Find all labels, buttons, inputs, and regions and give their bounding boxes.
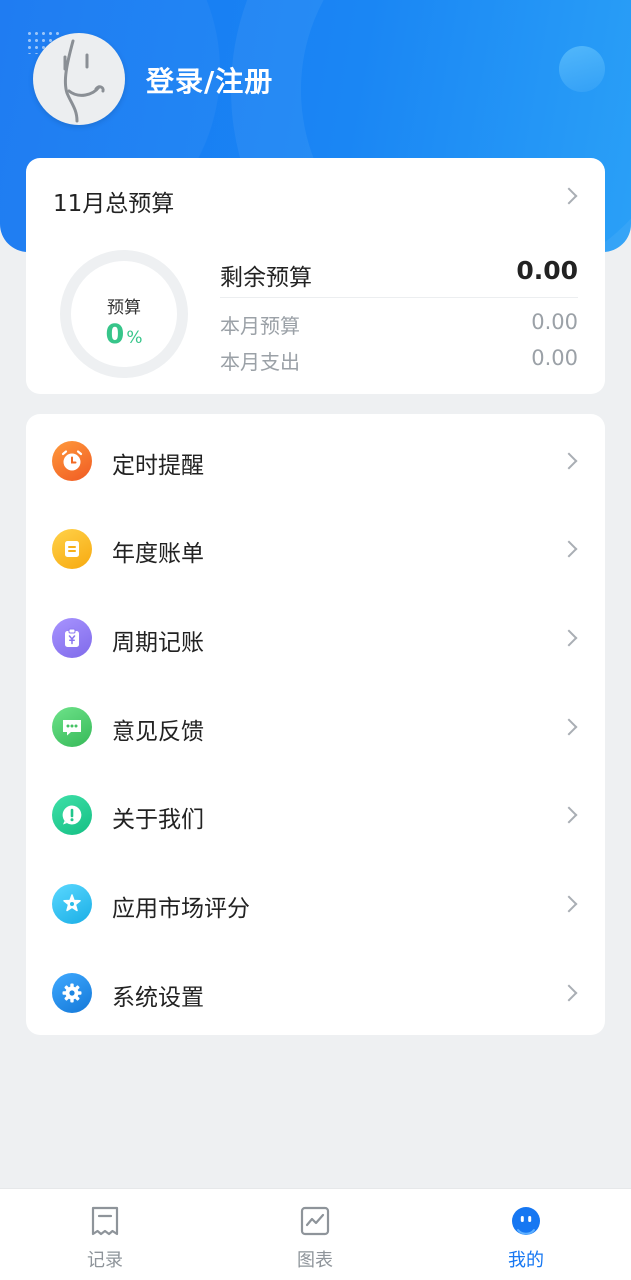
tab-label: 记录 <box>87 1250 123 1271</box>
budget-ring: 预算 0% <box>60 250 188 378</box>
menu-item-label: 定时提醒 <box>112 453 204 479</box>
chevron-right-icon <box>560 984 578 1002</box>
login-register-link[interactable]: 登录/注册 <box>146 60 273 100</box>
menu-item-rate-app[interactable]: 应用市场评分 <box>26 860 605 948</box>
chevron-right-icon[interactable] <box>560 187 578 205</box>
bottom-tab-bar: 记录 图表 我的 <box>0 1188 631 1280</box>
menu-item-system-settings[interactable]: 系统设置 <box>26 949 605 1037</box>
chart-icon <box>300 1206 330 1236</box>
chevron-right-icon <box>560 452 578 470</box>
tab-label: 我的 <box>508 1250 544 1271</box>
menu-item-annual-bill[interactable]: 年度账单 <box>26 505 605 593</box>
chevron-right-icon <box>560 629 578 647</box>
alarm-clock-icon <box>52 441 92 481</box>
month-expense-value: 0.00 <box>531 346 578 370</box>
menu-item-label: 意见反馈 <box>112 719 204 745</box>
budget-title: 11月总预算 <box>53 191 175 217</box>
chat-bubble-icon <box>52 707 92 747</box>
remaining-budget-value: 0.00 <box>516 256 578 285</box>
remaining-budget-label: 剩余预算 <box>220 265 312 291</box>
month-budget-value: 0.00 <box>531 310 578 334</box>
menu-list: 定时提醒 年度账单 周期记账 意见反馈 关于我们 应用市场评分 系统设置 <box>26 414 605 1035</box>
menu-item-feedback[interactable]: 意见反馈 <box>26 683 605 771</box>
menu-item-label: 周期记账 <box>112 630 204 656</box>
gear-icon <box>52 973 92 1013</box>
chevron-right-icon <box>560 806 578 824</box>
smiley-face-icon <box>512 1207 540 1235</box>
month-expense-label: 本月支出 <box>220 350 300 374</box>
menu-item-label: 关于我们 <box>112 807 204 833</box>
avatar[interactable] <box>33 33 125 125</box>
month-budget-label: 本月预算 <box>220 314 300 338</box>
budget-card[interactable]: 11月总预算 预算 0% 剩余预算 0.00 本月预算 0.00 本月支出 0.… <box>26 158 605 394</box>
default-avatar-icon <box>63 39 105 123</box>
tab-mine[interactable]: 我的 <box>466 1189 586 1280</box>
profile-page: 登录/注册 11月总预算 预算 0% 剩余预算 0.00 本月预算 0.00 本… <box>0 0 631 1280</box>
bill-icon <box>52 529 92 569</box>
header-bubble-decoration <box>559 46 605 92</box>
menu-item-about-us[interactable]: 关于我们 <box>26 771 605 859</box>
menu-item-label: 年度账单 <box>112 541 204 567</box>
star-icon <box>52 884 92 924</box>
divider <box>220 297 578 298</box>
chevron-right-icon <box>560 718 578 736</box>
menu-item-periodic-entry[interactable]: 周期记账 <box>26 594 605 682</box>
menu-item-reminder[interactable]: 定时提醒 <box>26 417 605 505</box>
chevron-right-icon <box>560 540 578 558</box>
ring-percent-value: 0 <box>105 319 125 350</box>
chevron-right-icon <box>560 895 578 913</box>
ring-label: 预算 <box>107 298 141 318</box>
menu-item-label: 系统设置 <box>112 985 204 1011</box>
tab-records[interactable]: 记录 <box>45 1189 165 1280</box>
tab-charts[interactable]: 图表 <box>255 1189 375 1280</box>
ring-percent-unit: % <box>126 328 143 348</box>
menu-item-label: 应用市场评分 <box>112 896 250 922</box>
exclamation-icon <box>52 795 92 835</box>
clipboard-yuan-icon <box>52 618 92 658</box>
tab-label: 图表 <box>297 1250 333 1271</box>
receipt-icon <box>91 1206 119 1236</box>
ring-percent: 0% <box>71 319 177 350</box>
